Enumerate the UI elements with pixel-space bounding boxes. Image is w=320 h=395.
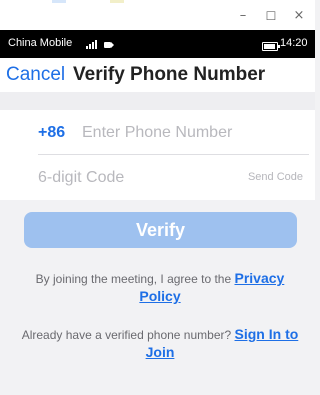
battery-icon [262, 42, 280, 51]
section-spacer [0, 92, 315, 110]
maximize-button[interactable]: ☐ [260, 8, 282, 24]
nav-bar: Cancel Verify Phone Number [0, 58, 315, 92]
carrier-label: China Mobile [8, 37, 73, 49]
field-divider [38, 154, 309, 155]
privacy-notice: By joining the meeting, I agree to the P… [20, 270, 300, 306]
status-bar: China Mobile 14:20 [0, 30, 315, 58]
privacy-notice-text: By joining the meeting, I agree to the [35, 272, 232, 286]
signin-notice: Already have a verified phone number? Si… [20, 326, 300, 362]
cancel-button[interactable]: Cancel [6, 64, 65, 86]
clock-time: 14:20 [280, 37, 308, 49]
page-title: Verify Phone Number [73, 64, 266, 85]
signin-notice-text: Already have a verified phone number? [21, 328, 232, 342]
send-code-button[interactable]: Send Code [248, 171, 303, 183]
titlebar-accent [52, 0, 66, 3]
phone-number-input[interactable] [82, 121, 302, 145]
minimize-button[interactable]: – [232, 8, 254, 24]
signal-icon [86, 40, 100, 49]
country-code-selector[interactable]: +86 [38, 124, 65, 142]
verification-code-input[interactable] [38, 166, 198, 190]
phone-form: +86 Send Code [0, 110, 315, 200]
window-titlebar: – ☐ × [0, 0, 315, 30]
video-call-icon [104, 42, 114, 48]
titlebar-accent [110, 0, 124, 3]
verify-button[interactable]: Verify [24, 212, 297, 248]
close-button[interactable]: × [288, 8, 310, 24]
